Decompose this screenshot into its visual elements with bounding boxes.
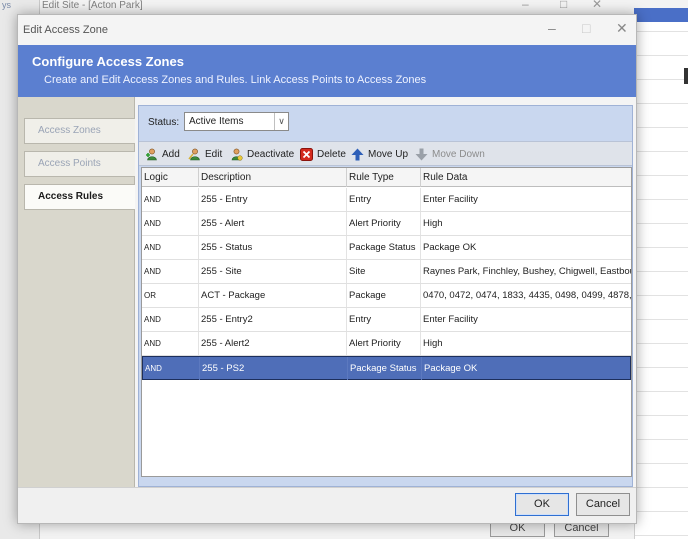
cell-rule-data: Enter Facility	[423, 314, 478, 325]
rules-toolbar: Add Edit Deactivate Delete Move Up Move …	[139, 141, 632, 166]
status-dropdown-value: Active Items	[189, 116, 244, 127]
cell-rule-type: Site	[347, 260, 421, 283]
table-row[interactable]: AND 255 - Entry2 Entry Enter Facility	[142, 308, 631, 332]
background-maximize-icon[interactable]: □	[560, 0, 567, 11]
column-header-logic[interactable]: Logic	[142, 168, 199, 187]
cell-description: 255 - Entry2	[199, 308, 347, 331]
cell-rule-type: Package	[347, 284, 421, 307]
column-header-rule-data[interactable]: Rule Data	[421, 168, 631, 187]
background-left-text: ys	[2, 0, 11, 10]
cell-description: 255 - Entry	[199, 188, 347, 211]
table-row[interactable]: AND 255 - Site Site Raynes Park, Finchle…	[142, 260, 631, 284]
add-button[interactable]: Add	[145, 146, 180, 163]
rules-panel: Status: Active Items ∨ Add Edit Deactiva…	[138, 105, 633, 487]
cell-description: 255 - PS2	[200, 357, 348, 380]
rules-grid: Logic Description Rule Type Rule Data AN…	[141, 167, 632, 477]
background-minimize-icon[interactable]: –	[522, 0, 529, 11]
status-dropdown[interactable]: Active Items ∨	[184, 112, 289, 131]
cell-rule-data: Enter Facility	[423, 194, 478, 205]
dialog-titlebar: Edit Access Zone – □ ✕	[18, 15, 636, 45]
add-user-icon	[145, 148, 158, 161]
grid-header: Logic Description Rule Type Rule Data	[142, 168, 631, 187]
cell-rule-data: Raynes Park, Finchley, Bushey, Chigwell,…	[423, 266, 631, 277]
cell-description: 255 - Alert2	[199, 332, 347, 355]
table-row-selected[interactable]: AND 255 - PS2 Package Status Package OK	[142, 356, 631, 380]
dialog-footer: OK Cancel	[18, 487, 636, 523]
sidebar-nav: Access Zones Access Points Access Rules	[18, 97, 135, 487]
move-down-button[interactable]: Move Down	[415, 146, 485, 163]
edit-label: Edit	[205, 149, 223, 160]
sidebar-item-access-rules[interactable]: Access Rules	[24, 184, 135, 210]
arrow-down-icon	[415, 148, 428, 161]
sidebar-item-access-zones[interactable]: Access Zones	[24, 118, 135, 144]
cell-rule-data: Package OK	[424, 363, 478, 374]
cell-rule-data: Package OK	[423, 242, 477, 253]
edit-user-icon	[188, 148, 201, 161]
background-grid-panel	[634, 8, 688, 539]
dialog-title: Edit Access Zone	[23, 24, 108, 36]
table-row[interactable]: OR ACT - Package Package 0470, 0472, 047…	[142, 284, 631, 308]
cell-logic: AND	[142, 308, 199, 331]
cell-description: 255 - Status	[199, 236, 347, 259]
cell-logic: AND	[142, 212, 199, 235]
background-scrollbar[interactable]	[684, 68, 688, 84]
dialog-header: Configure Access Zones Create and Edit A…	[18, 45, 636, 97]
table-row[interactable]: AND 255 - Status Package Status Package …	[142, 236, 631, 260]
delete-label: Delete	[317, 149, 346, 160]
add-label: Add	[162, 149, 180, 160]
cell-rule-type: Package Status	[347, 236, 421, 259]
cell-logic: OR	[142, 284, 199, 307]
cell-logic: AND	[142, 236, 199, 259]
background-selected-row	[634, 8, 688, 22]
deactivate-user-icon	[230, 148, 243, 161]
cell-description: 255 - Site	[199, 260, 347, 283]
delete-button[interactable]: Delete	[300, 146, 346, 163]
cell-logic: AND	[143, 357, 200, 380]
edit-button[interactable]: Edit	[188, 146, 222, 163]
status-label: Status:	[148, 117, 180, 128]
background-titlebar: Edit Site - [Acton Park] – □ ✕	[40, 0, 688, 14]
chevron-down-icon[interactable]: ∨	[274, 113, 288, 130]
header-title: Configure Access Zones	[32, 54, 184, 69]
cell-logic: AND	[142, 332, 199, 355]
table-row[interactable]: AND 255 - Entry Entry Enter Facility	[142, 188, 631, 212]
cell-description: 255 - Alert	[199, 212, 347, 235]
cell-logic: AND	[142, 260, 199, 283]
sidebar-item-access-points[interactable]: Access Points	[24, 151, 135, 177]
cell-rule-type: Package Status	[348, 357, 422, 380]
move-down-label: Move Down	[432, 149, 485, 160]
minimize-icon[interactable]: –	[548, 20, 556, 36]
table-row[interactable]: AND 255 - Alert Alert Priority High	[142, 212, 631, 236]
arrow-up-icon	[351, 148, 364, 161]
cell-rule-data: 0470, 0472, 0474, 1833, 4435, 0498, 0499…	[423, 290, 632, 301]
cell-rule-type: Alert Priority	[347, 212, 421, 235]
cell-description: ACT - Package	[199, 284, 347, 307]
maximize-icon: □	[582, 20, 591, 36]
edit-access-zone-dialog: Edit Access Zone – □ ✕ Configure Access …	[17, 14, 637, 524]
deactivate-button[interactable]: Deactivate	[230, 146, 294, 163]
background-close-icon[interactable]: ✕	[592, 0, 602, 11]
delete-icon	[300, 148, 313, 161]
cell-rule-data: High	[423, 338, 443, 349]
close-icon[interactable]: ✕	[616, 20, 628, 37]
cell-logic: AND	[142, 188, 199, 211]
cell-rule-data: High	[423, 218, 443, 229]
cell-rule-type: Entry	[347, 308, 421, 331]
ok-button[interactable]: OK	[515, 493, 569, 516]
cancel-button[interactable]: Cancel	[576, 493, 630, 516]
cell-rule-type: Entry	[347, 188, 421, 211]
background-window-title: Edit Site - [Acton Park]	[42, 0, 143, 11]
table-row[interactable]: AND 255 - Alert2 Alert Priority High	[142, 332, 631, 356]
header-subtitle: Create and Edit Access Zones and Rules. …	[44, 74, 427, 86]
status-filter-bar: Status: Active Items ∨	[139, 106, 632, 138]
move-up-button[interactable]: Move Up	[351, 146, 408, 163]
cell-rule-type: Alert Priority	[347, 332, 421, 355]
move-up-label: Move Up	[368, 149, 409, 160]
column-header-description[interactable]: Description	[199, 168, 347, 187]
column-header-rule-type[interactable]: Rule Type	[347, 168, 421, 187]
deactivate-label: Deactivate	[247, 149, 295, 160]
